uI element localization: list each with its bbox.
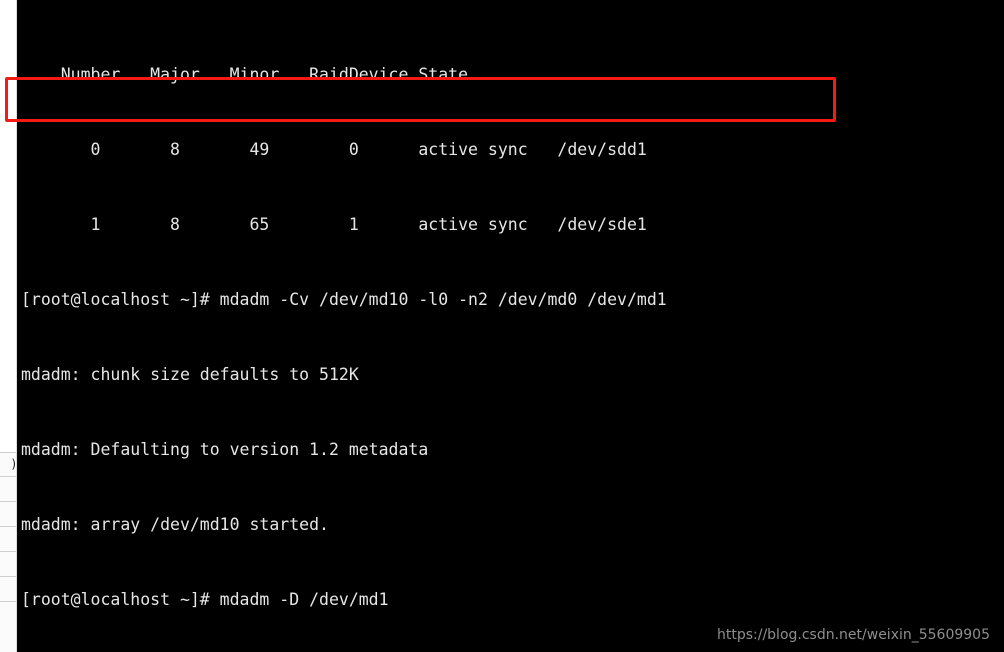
- gutter-table-row: [0, 552, 16, 577]
- terminal-line-metadata-version: mdadm: Defaulting to version 1.2 metadat…: [21, 440, 429, 459]
- terminal-line-command-detail: [root@localhost ~]# mdadm -D /dev/md1: [21, 590, 389, 609]
- terminal-window[interactable]: Number Major Minor RaidDevice State 0 8 …: [17, 0, 1004, 652]
- terminal-line-device-row-0: 0 8 49 0 active sync /dev/sdd1: [21, 140, 647, 159]
- gutter-table-row: ): [0, 452, 16, 477]
- gutter-table-row: [0, 502, 16, 527]
- gutter-row-fragment-text: ): [11, 457, 16, 471]
- gutter-table-fragment: ): [0, 452, 16, 652]
- screenshot-root: ) Number Major Minor RaidDevice State 0 …: [0, 0, 1004, 652]
- terminal-output: Number Major Minor RaidDevice State 0 8 …: [21, 12, 1004, 652]
- background-page-gutter: ): [0, 0, 17, 652]
- terminal-line-chunk-size: mdadm: chunk size defaults to 512K: [21, 365, 359, 384]
- gutter-table-row: [0, 577, 16, 602]
- watermark: https://blog.csdn.net/weixin_55609905: [716, 627, 990, 643]
- gutter-table-row: [0, 477, 16, 502]
- gutter-blank-area: [0, 0, 16, 452]
- terminal-line-array-started: mdadm: array /dev/md10 started.: [21, 515, 329, 534]
- terminal-line-command-create: [root@localhost ~]# mdadm -Cv /dev/md10 …: [21, 290, 667, 309]
- terminal-line-device-row-1: 1 8 65 1 active sync /dev/sde1: [21, 215, 647, 234]
- gutter-table-row: [0, 527, 16, 552]
- terminal-line-device-table-header: Number Major Minor RaidDevice State: [21, 65, 469, 84]
